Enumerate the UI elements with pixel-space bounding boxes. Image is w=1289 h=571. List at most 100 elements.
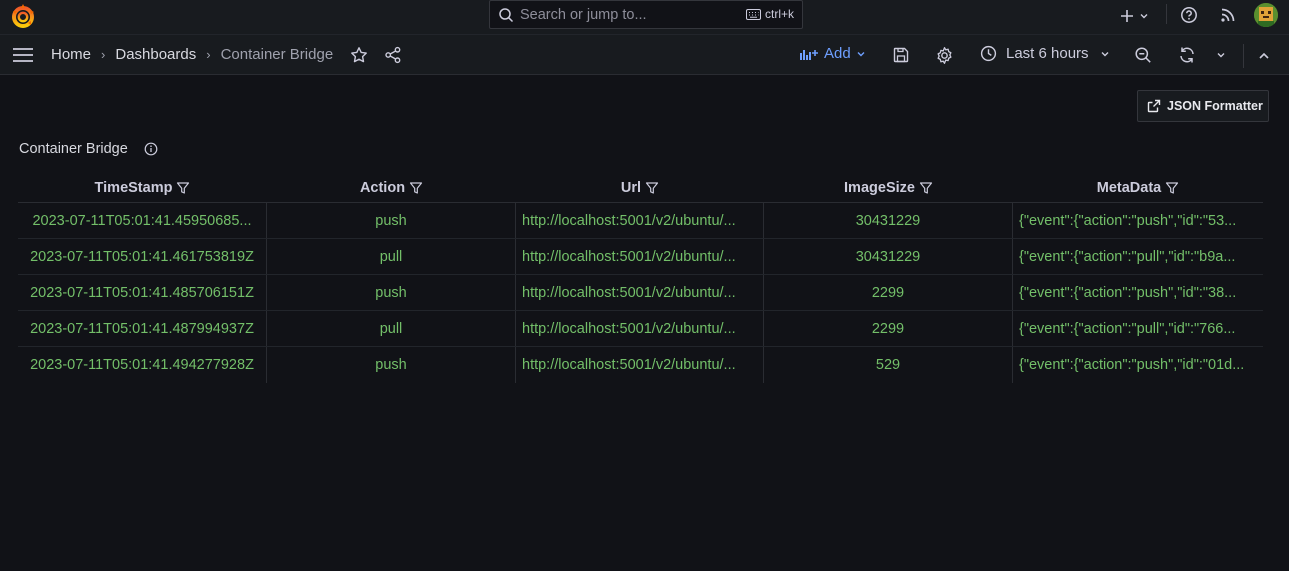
rss-icon[interactable] [1219,6,1237,24]
column-header-label: MetaData [1096,180,1162,196]
cell-metadata[interactable]: {"event":{"action":"push","id":"38... [1013,275,1263,310]
dashboard-nav-bar: Home › Dashboards › Container Bridge Add… [0,34,1289,75]
breadcrumb-dashboards[interactable]: Dashboards [115,46,196,63]
cell-action[interactable]: push [267,347,516,383]
column-header-label: TimeStamp [94,180,173,196]
json-formatter-label: JSON Formatter [1167,99,1263,113]
search-shortcut-label: ctrl+k [764,7,794,21]
avatar[interactable] [1254,3,1278,27]
cell-text: 2023-07-11T05:01:41.487994937Z [30,320,254,337]
cell-action[interactable]: pull [267,311,516,346]
panel-title: Container Bridge [19,141,158,157]
avatar-image [1254,3,1278,27]
column-header-label: Action [359,180,406,196]
cell-metadata[interactable]: {"event":{"action":"pull","id":"766... [1013,311,1263,346]
cell-url[interactable]: http://localhost:5001/v2/ubuntu/... [516,275,764,310]
cell-action[interactable]: pull [267,239,516,274]
cell-text: {"event":{"action":"pull","id":"b9a... [1019,248,1236,265]
cell-action[interactable]: push [267,275,516,310]
zoom-out-icon[interactable] [1134,46,1152,64]
cell-timestamp[interactable]: 2023-07-11T05:01:41.461753819Z [18,239,267,274]
cell-text: {"event":{"action":"push","id":"38... [1019,284,1237,301]
cell-text: 30431229 [855,248,921,265]
cell-text: {"event":{"action":"push","id":"53... [1019,212,1237,229]
cell-url[interactable]: http://localhost:5001/v2/ubuntu/... [516,203,764,238]
cell-text: http://localhost:5001/v2/ubuntu/... [522,357,736,373]
cell-text: pull [379,320,403,337]
cell-imagesize[interactable]: 30431229 [764,239,1013,274]
column-header-imagesize[interactable]: ImageSize [764,174,1013,202]
cell-text: 2023-07-11T05:01:41.494277928Z [30,357,254,373]
column-header-action[interactable]: Action [267,174,516,202]
cell-text: 2023-07-11T05:01:41.461753819Z [30,248,254,265]
cell-text: {"event":{"action":"push","id":"01d... [1019,357,1245,373]
help-icon[interactable] [1180,6,1198,24]
table-row: 2023-07-11T05:01:41.487994937Z pull http… [18,311,1263,347]
chevron-down-icon [1101,51,1109,56]
time-range-label: Last 6 hours [1006,45,1089,62]
filter-icon[interactable] [645,181,659,195]
column-header-url[interactable]: Url [516,174,764,202]
cell-url[interactable]: http://localhost:5001/v2/ubuntu/... [516,311,764,346]
cell-text: push [375,284,407,301]
search-shortcut: ctrl+k [745,7,794,21]
cell-text: 30431229 [855,212,921,229]
table-row: 2023-07-11T05:01:41.485706151Z push http… [18,275,1263,311]
cell-text: http://localhost:5001/v2/ubuntu/... [522,284,736,301]
info-icon[interactable] [144,142,158,156]
cell-timestamp[interactable]: 2023-07-11T05:01:41.487994937Z [18,311,267,346]
share-icon[interactable] [384,46,402,64]
cell-text: http://localhost:5001/v2/ubuntu/... [522,248,736,265]
chevron-up-icon[interactable] [1257,49,1271,63]
table-header: TimeStamp Action Url ImageSize MetaData [18,174,1263,203]
cell-timestamp[interactable]: 2023-07-11T05:01:41.485706151Z [18,275,267,310]
filter-icon[interactable] [919,181,933,195]
breadcrumb: Home › Dashboards › Container Bridge [51,46,333,63]
breadcrumb-current: Container Bridge [220,46,334,63]
filter-icon[interactable] [176,181,190,195]
save-icon[interactable] [892,46,910,64]
column-header-timestamp[interactable]: TimeStamp [18,174,267,202]
cell-metadata[interactable]: {"event":{"action":"push","id":"01d... [1013,347,1263,383]
star-icon[interactable] [350,46,368,64]
search-input[interactable]: Search or jump to... ctrl+k [489,0,803,29]
new-menu-button[interactable] [1119,5,1155,27]
cell-text: 529 [875,357,901,373]
cell-action[interactable]: push [267,203,516,238]
table-row: 2023-07-11T05:01:41.45950685... push htt… [18,203,1263,239]
cell-text: http://localhost:5001/v2/ubuntu/... [522,320,736,337]
cell-text: 2023-07-11T05:01:41.45950685... [32,212,252,229]
cell-url[interactable]: http://localhost:5001/v2/ubuntu/... [516,239,764,274]
filter-icon[interactable] [409,181,423,195]
time-range-picker[interactable]: Last 6 hours [980,45,1111,62]
top-bar: Search or jump to... ctrl+k [0,0,1289,34]
column-header-metadata[interactable]: MetaData [1013,174,1263,202]
chevron-down-icon [857,51,865,56]
filter-icon[interactable] [1165,181,1179,195]
add-panel-icon [800,49,818,60]
cell-timestamp[interactable]: 2023-07-11T05:01:41.494277928Z [18,347,267,383]
cell-metadata[interactable]: {"event":{"action":"push","id":"53... [1013,203,1263,238]
cell-timestamp[interactable]: 2023-07-11T05:01:41.45950685... [18,203,267,238]
grafana-logo-icon[interactable] [9,3,37,31]
add-button-label: Add [824,45,851,62]
cell-imagesize[interactable]: 2299 [764,311,1013,346]
add-button[interactable]: Add [799,45,867,62]
cell-imagesize[interactable]: 30431229 [764,203,1013,238]
gear-icon[interactable] [935,46,954,65]
refresh-icon[interactable] [1178,46,1196,64]
json-formatter-button[interactable]: JSON Formatter [1137,90,1269,122]
cell-text: {"event":{"action":"pull","id":"766... [1019,320,1236,337]
breadcrumb-home[interactable]: Home [51,46,91,63]
cell-text: 2299 [871,284,905,301]
cell-url[interactable]: http://localhost:5001/v2/ubuntu/... [516,347,764,383]
hamburger-icon[interactable] [12,47,34,63]
cell-imagesize[interactable]: 2299 [764,275,1013,310]
cell-metadata[interactable]: {"event":{"action":"pull","id":"b9a... [1013,239,1263,274]
search-icon [499,7,514,22]
search-placeholder: Search or jump to... [520,6,647,23]
divider [1166,4,1167,24]
table-row: 2023-07-11T05:01:41.461753819Z pull http… [18,239,1263,275]
cell-imagesize[interactable]: 529 [764,347,1013,383]
refresh-interval-chevron-icon[interactable] [1215,49,1227,61]
